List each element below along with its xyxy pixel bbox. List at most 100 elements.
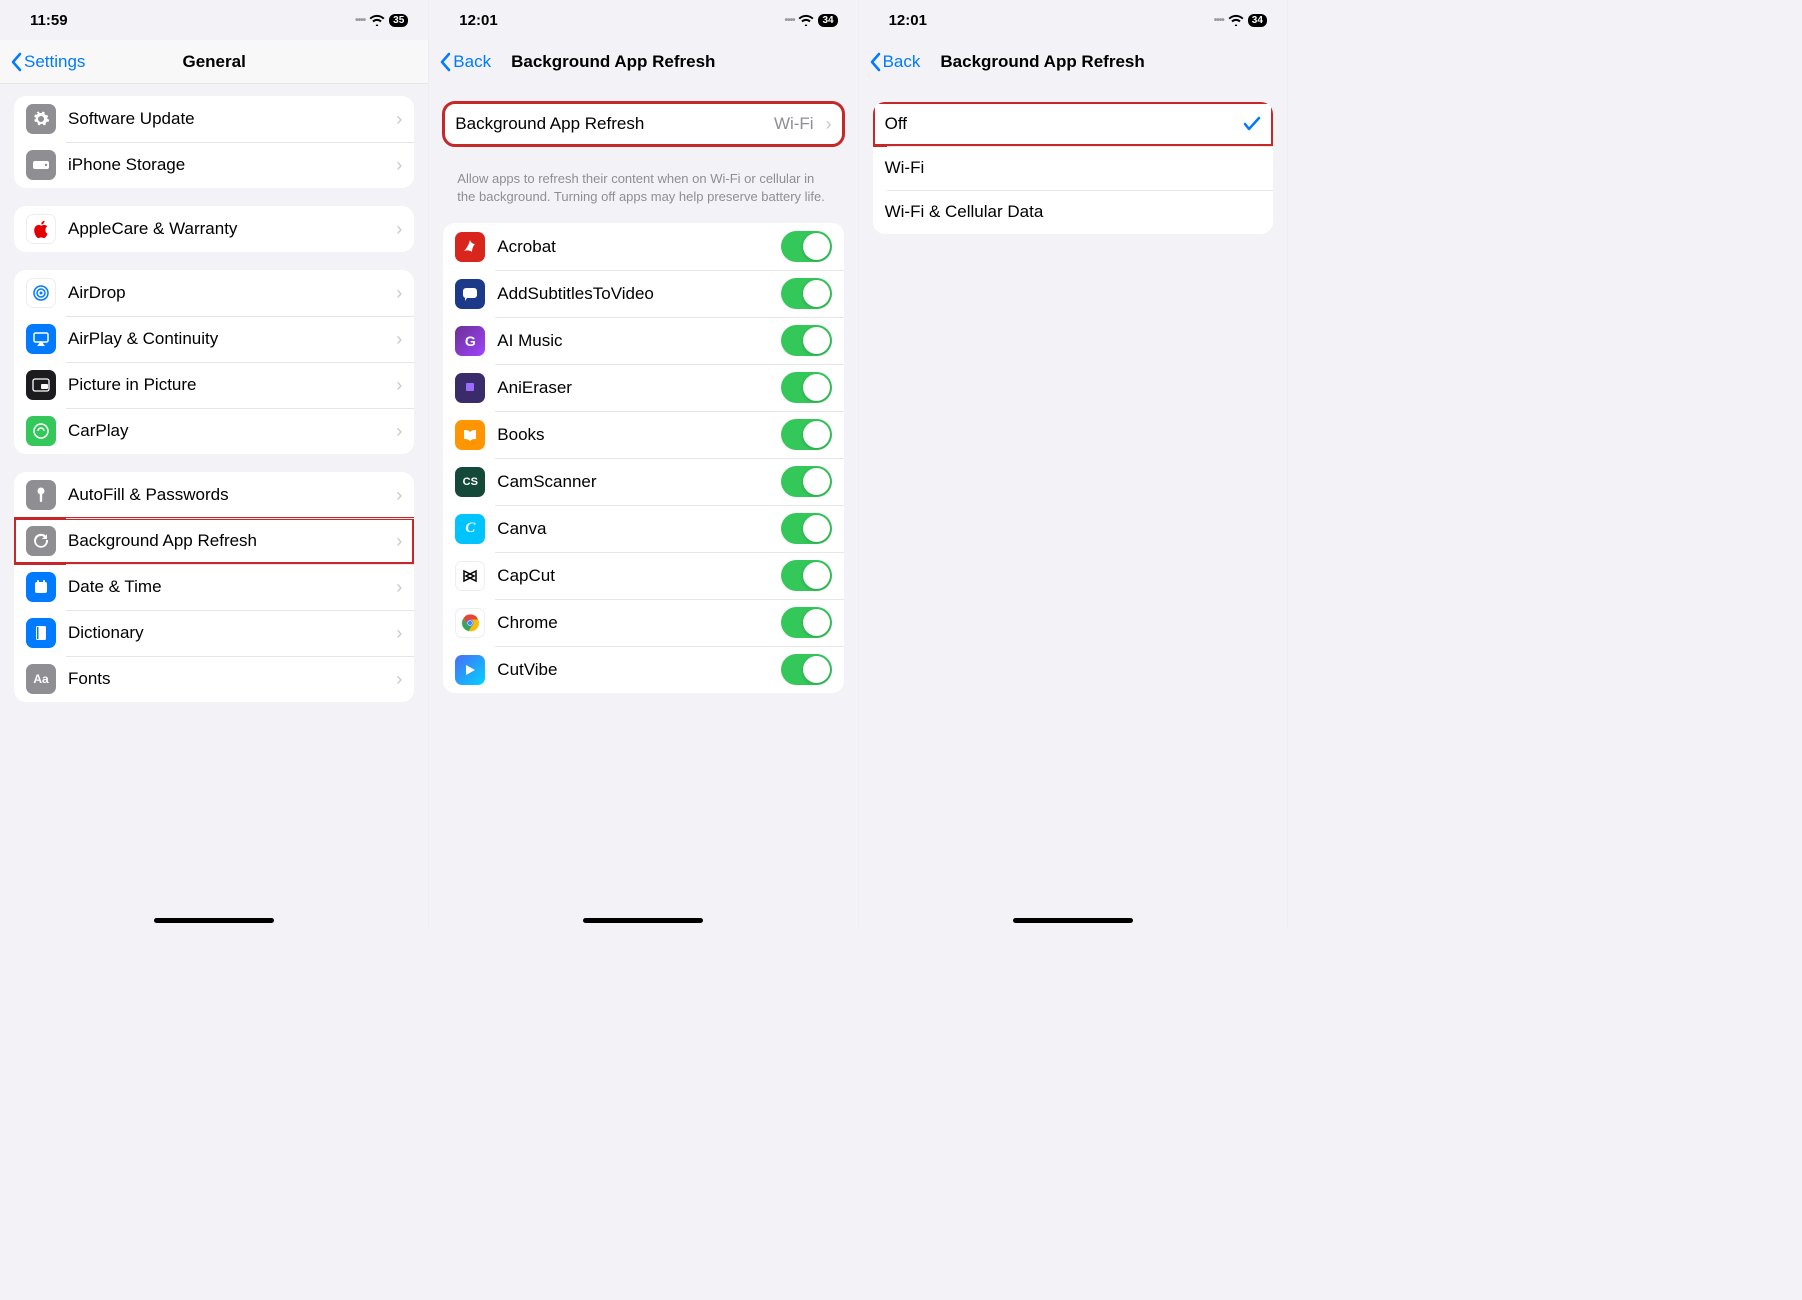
chevron-right-icon: › (396, 109, 402, 130)
row-airplay[interactable]: AirPlay & Continuity › (14, 316, 414, 362)
status-right: •••• 35 (355, 14, 408, 27)
row-label: Wi-Fi (885, 158, 1261, 178)
row-app-capcut: CapCut (443, 552, 843, 599)
row-label: Background App Refresh (455, 114, 762, 134)
page-title: Background App Refresh (940, 52, 1144, 72)
fonts-icon: Aa (26, 664, 56, 694)
group-applecare: AppleCare & Warranty › (14, 206, 414, 252)
home-indicator[interactable] (583, 918, 703, 923)
toggle-switch[interactable] (781, 560, 832, 591)
row-label: Books (497, 425, 768, 445)
status-time: 12:01 (459, 12, 497, 29)
back-label: Back (883, 52, 921, 72)
aimusic-icon: G (455, 326, 485, 356)
toggle-switch[interactable] (781, 607, 832, 638)
group-system: AutoFill & Passwords › Background App Re… (14, 472, 414, 702)
row-app-subtitles: AddSubtitlesToVideo (443, 270, 843, 317)
row-software-update[interactable]: Software Update › (14, 96, 414, 142)
option-off[interactable]: Off (873, 102, 1273, 146)
apple-icon (26, 214, 56, 244)
anieraser-icon (455, 373, 485, 403)
row-fonts[interactable]: Aa Fonts › (14, 656, 414, 702)
chevron-right-icon: › (396, 531, 402, 552)
home-indicator[interactable] (1013, 918, 1133, 923)
footer-text: Allow apps to refresh their content when… (429, 164, 857, 205)
refresh-icon (26, 526, 56, 556)
row-label: Chrome (497, 613, 768, 633)
row-applecare[interactable]: AppleCare & Warranty › (14, 206, 414, 252)
option-wifi-cellular[interactable]: Wi-Fi & Cellular Data (873, 190, 1273, 234)
status-bar: 12:01 •••• 34 (429, 0, 857, 40)
row-app-aimusic: G AI Music (443, 317, 843, 364)
datetime-icon (26, 572, 56, 602)
dictionary-icon (26, 618, 56, 648)
row-label: Acrobat (497, 237, 768, 257)
row-date-time[interactable]: Date & Time › (14, 564, 414, 610)
row-app-anieraser: AniEraser (443, 364, 843, 411)
cutvibe-icon (455, 655, 485, 685)
row-label: AniEraser (497, 378, 768, 398)
chevron-right-icon: › (396, 329, 402, 350)
option-wifi[interactable]: Wi-Fi (873, 146, 1273, 190)
chevron-right-icon: › (396, 155, 402, 176)
nav-bar: Back Background App Refresh (429, 40, 857, 84)
status-time: 11:59 (30, 12, 68, 29)
row-pip[interactable]: Picture in Picture › (14, 362, 414, 408)
back-label: Settings (24, 52, 85, 72)
screen-general: 11:59 •••• 35 Settings General Software … (0, 0, 429, 929)
group-options: Off Wi-Fi Wi-Fi & Cellular Data (873, 102, 1273, 234)
wifi-icon (1228, 14, 1244, 26)
capcut-icon (455, 561, 485, 591)
row-label: CamScanner (497, 472, 768, 492)
row-label: AddSubtitlesToVideo (497, 284, 768, 304)
row-dictionary[interactable]: Dictionary › (14, 610, 414, 656)
row-label: Dictionary (68, 623, 384, 643)
battery-icon: 34 (1248, 14, 1267, 27)
back-button[interactable]: Back (439, 52, 491, 72)
toggle-switch[interactable] (781, 419, 832, 450)
row-autofill[interactable]: AutoFill & Passwords › (14, 472, 414, 518)
toggle-switch[interactable] (781, 513, 832, 544)
row-app-books: Books (443, 411, 843, 458)
chrome-icon (455, 608, 485, 638)
back-button[interactable]: Back (869, 52, 921, 72)
wifi-icon (798, 14, 814, 26)
toggle-switch[interactable] (781, 325, 832, 356)
home-indicator[interactable] (154, 918, 274, 923)
gear-icon (26, 104, 56, 134)
chevron-right-icon: › (396, 375, 402, 396)
toggle-switch[interactable] (781, 654, 832, 685)
screen-bar-list: 12:01 •••• 34 Back Background App Refres… (429, 0, 858, 929)
acrobat-icon (455, 232, 485, 262)
status-bar: 12:01 •••• 34 (859, 0, 1287, 40)
cellular-dots-icon: •••• (784, 15, 794, 26)
row-iphone-storage[interactable]: iPhone Storage › (14, 142, 414, 188)
row-airdrop[interactable]: AirDrop › (14, 270, 414, 316)
toggle-switch[interactable] (781, 466, 832, 497)
row-app-cutvibe: CutVibe (443, 646, 843, 693)
row-background-app-refresh[interactable]: Background App Refresh › (14, 518, 414, 564)
toggle-switch[interactable] (781, 231, 832, 262)
row-app-canva: C Canva (443, 505, 843, 552)
page-title: Background App Refresh (511, 52, 715, 72)
toggle-switch[interactable] (781, 372, 832, 403)
row-carplay[interactable]: CarPlay › (14, 408, 414, 454)
back-button[interactable]: Settings (10, 52, 85, 72)
chevron-right-icon: › (396, 669, 402, 690)
back-label: Back (453, 52, 491, 72)
cellular-dots-icon: •••• (1214, 15, 1224, 26)
row-bar-master[interactable]: Background App Refresh Wi-Fi › (443, 102, 843, 146)
toggle-switch[interactable] (781, 278, 832, 309)
airdrop-icon (26, 278, 56, 308)
row-label: CutVibe (497, 660, 768, 680)
status-right: •••• 34 (784, 14, 837, 27)
chevron-right-icon: › (396, 219, 402, 240)
subtitles-icon (455, 279, 485, 309)
row-label: CarPlay (68, 421, 384, 441)
chevron-right-icon: › (396, 577, 402, 598)
battery-icon: 34 (818, 14, 837, 27)
row-label: AI Music (497, 331, 768, 351)
chevron-right-icon: › (396, 485, 402, 506)
row-label: AirPlay & Continuity (68, 329, 384, 349)
battery-icon: 35 (389, 14, 408, 27)
